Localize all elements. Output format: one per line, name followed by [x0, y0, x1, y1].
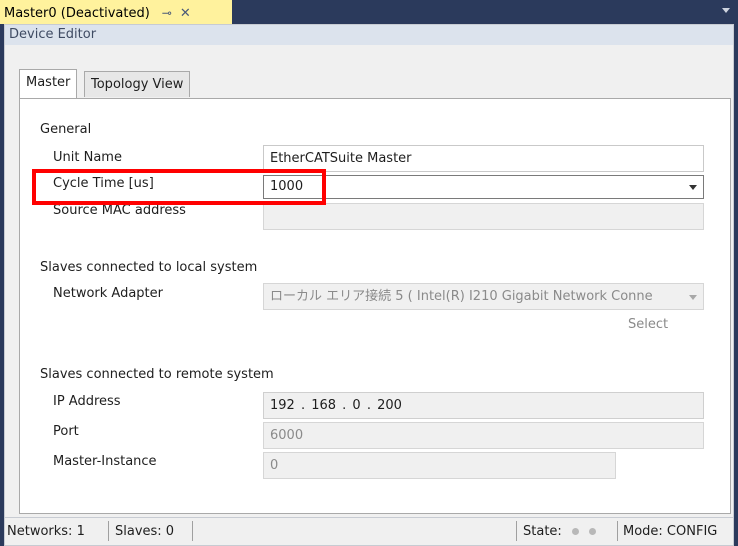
cycle-time-value: 1000	[270, 179, 304, 194]
tab-master[interactable]: Master	[19, 69, 78, 98]
status-divider	[516, 521, 517, 541]
status-slaves: Slaves: 0	[115, 524, 175, 539]
chevron-down-icon[interactable]	[689, 295, 697, 300]
state-indicator-icon	[571, 528, 579, 535]
section-title-general: General	[40, 122, 92, 137]
status-divider	[192, 521, 193, 541]
state-indicator-icon	[589, 528, 597, 535]
port-label: Port	[53, 424, 79, 439]
ip-address-label: IP Address	[53, 394, 121, 409]
select-adapter-button[interactable]: Select	[628, 317, 668, 332]
ip-address-input[interactable]: 192 . 168 . 0 . 200	[263, 392, 704, 419]
tab-list-dropdown-icon[interactable]	[722, 8, 730, 13]
network-adapter-label: Network Adapter	[53, 286, 163, 301]
document-tab-bar: Master0 (Deactivated) ⊸ ✕	[0, 0, 738, 24]
master-settings-panel: General Unit Name EtherCATSuite Master C…	[19, 98, 731, 514]
section-title-remote: Slaves connected to remote system	[40, 367, 274, 382]
source-mac-input[interactable]	[263, 203, 704, 230]
status-bar: Networks: 1 Slaves: 0 State: Mode: CONFI…	[4, 518, 734, 546]
close-icon[interactable]: ✕	[180, 6, 191, 21]
tab-topology-view[interactable]: Topology View	[84, 71, 191, 97]
master-instance-input[interactable]: 0	[263, 452, 616, 479]
cycle-time-combobox[interactable]: 1000	[263, 175, 704, 199]
unit-name-input[interactable]: EtherCATSuite Master	[263, 145, 704, 172]
pin-icon[interactable]: ⊸	[162, 6, 172, 20]
status-state-label: State:	[523, 524, 562, 539]
status-divider	[108, 521, 109, 541]
source-mac-label: Source MAC address	[53, 203, 186, 218]
port-input[interactable]: 6000	[263, 422, 704, 449]
status-divider	[617, 521, 618, 541]
document-tab-master0[interactable]: Master0 (Deactivated) ⊸ ✕	[0, 0, 232, 24]
device-editor: Device Editor Master Topology View Gener…	[4, 24, 734, 518]
unit-name-label: Unit Name	[53, 150, 122, 165]
network-adapter-combobox[interactable]: ローカル エリア接続 5 ( Intel(R) I210 Gigabit Net…	[263, 283, 704, 310]
status-state: State:	[523, 524, 597, 539]
chevron-down-icon[interactable]	[689, 185, 697, 190]
status-networks: Networks: 1	[7, 524, 85, 539]
device-editor-header: Device Editor	[5, 25, 733, 45]
status-mode: Mode: CONFIG	[623, 524, 718, 539]
section-title-local: Slaves connected to local system	[40, 260, 258, 275]
master-instance-label: Master-Instance	[53, 454, 157, 469]
document-tab-title: Master0 (Deactivated)	[4, 5, 150, 21]
window-frame: Master0 (Deactivated) ⊸ ✕ Device Editor …	[0, 0, 738, 546]
cycle-time-label: Cycle Time [us]	[53, 176, 154, 191]
network-adapter-value: ローカル エリア接続 5 ( Intel(R) I210 Gigabit Net…	[270, 289, 653, 304]
